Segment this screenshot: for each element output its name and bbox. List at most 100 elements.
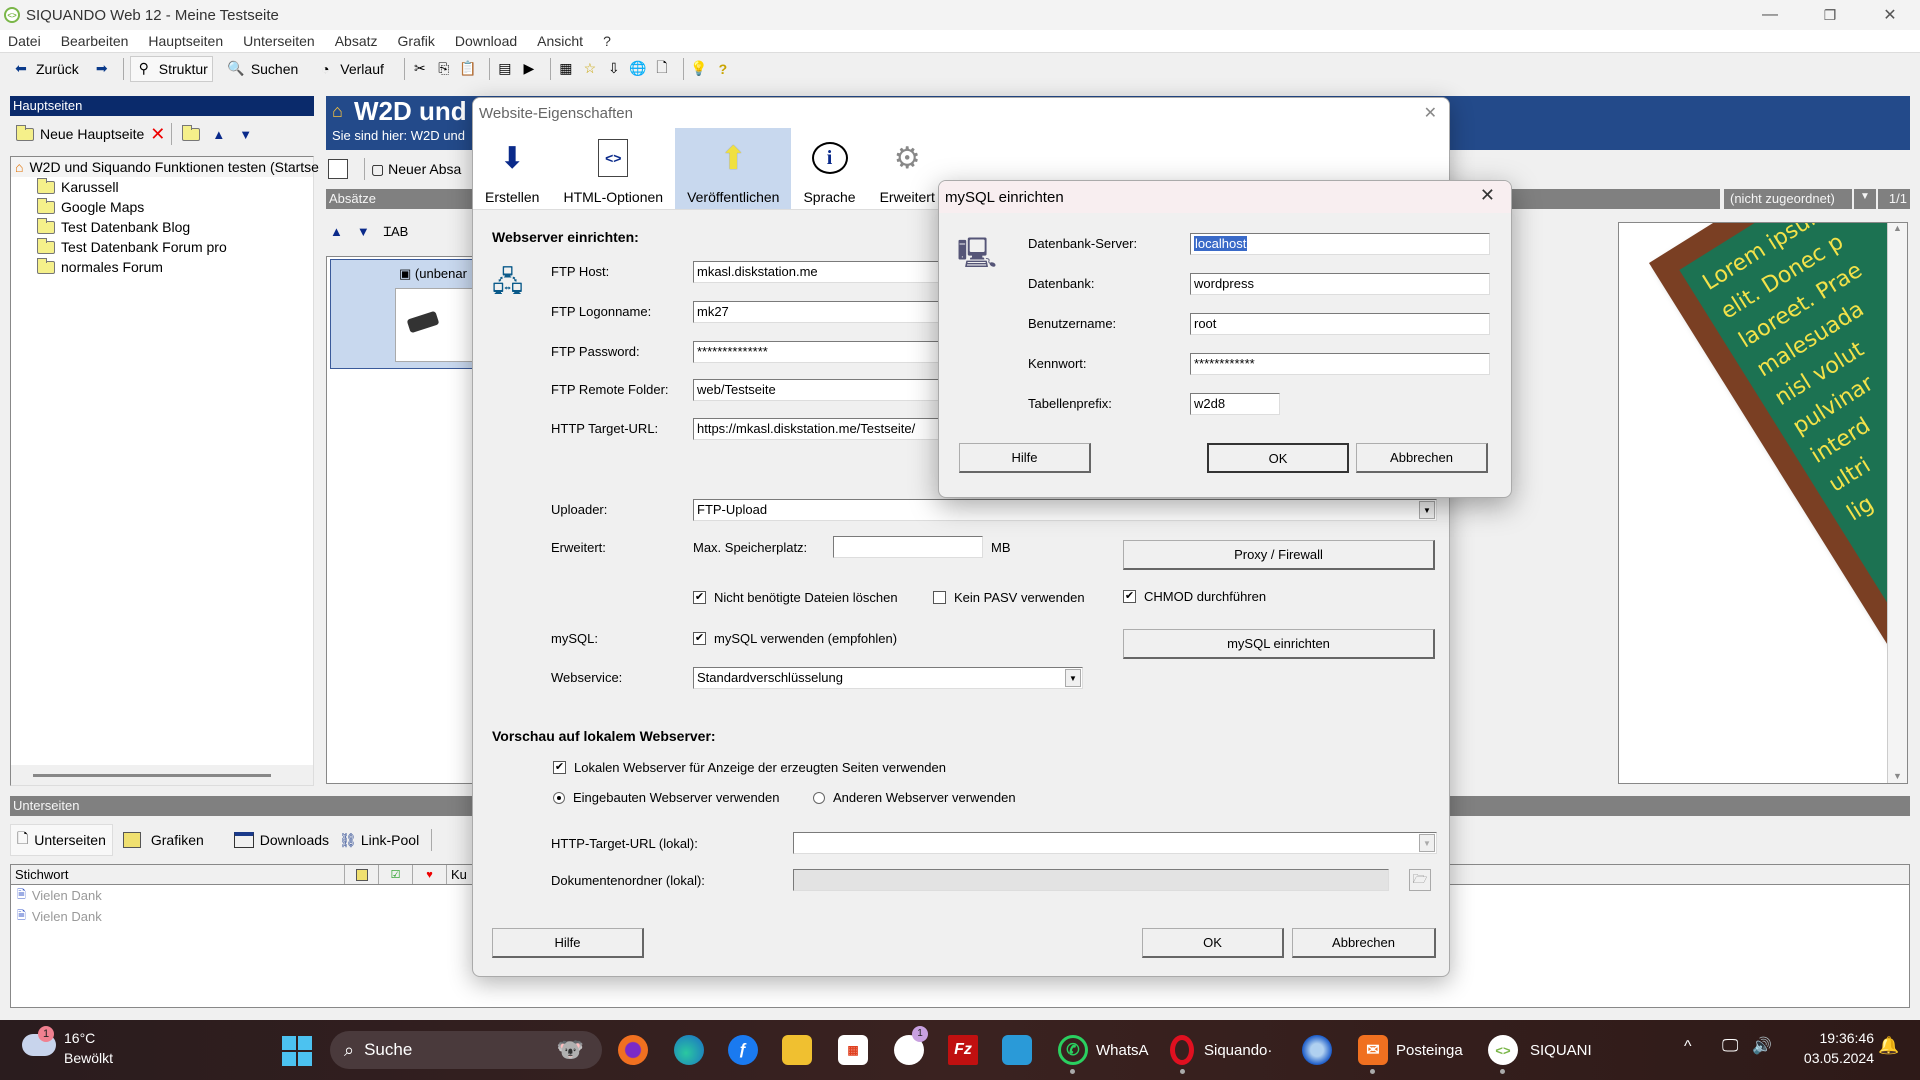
tab-downloads[interactable]: Downloads bbox=[233, 832, 329, 848]
volume-icon[interactable]: 🔊 bbox=[1752, 1036, 1772, 1056]
project-icon[interactable]: ▦ bbox=[557, 60, 575, 78]
move-up-icon[interactable]: ▲ bbox=[212, 127, 225, 142]
open-folder-icon[interactable]: 🗁 bbox=[1409, 869, 1431, 891]
close-icon[interactable]: ✕ bbox=[1480, 185, 1495, 206]
column-favorite[interactable]: ♥ bbox=[413, 865, 447, 884]
notes-taskbar-icon[interactable]: 1 bbox=[894, 1026, 928, 1066]
paste-icon[interactable]: 📋 bbox=[459, 60, 477, 78]
tree-item[interactable]: Test Datenbank Blog bbox=[11, 217, 313, 237]
menu-unterseiten[interactable]: Unterseiten bbox=[243, 33, 315, 49]
weather-temp[interactable]: 16°C bbox=[64, 1030, 95, 1046]
doc-folder-input[interactable] bbox=[793, 869, 1389, 891]
menu-hauptseiten[interactable]: Hauptseiten bbox=[148, 33, 223, 49]
delete-unused-checkbox[interactable]: ✔ Nicht benötigte Dateien löschen bbox=[693, 590, 898, 605]
mail-taskbar-button[interactable]: ✉ Posteinga bbox=[1358, 1034, 1463, 1074]
paragraph-item[interactable]: ▣ (unbenar E bbox=[330, 259, 485, 369]
move-down-icon[interactable]: ▼ bbox=[239, 127, 252, 142]
tab-erstellen[interactable]: ⬇ Erstellen bbox=[473, 128, 551, 209]
ok-button[interactable]: OK bbox=[1142, 928, 1284, 958]
menu-bearbeiten[interactable]: Bearbeiten bbox=[61, 33, 129, 49]
table-prefix-input[interactable]: w2d8 bbox=[1190, 393, 1280, 415]
tab-link-pool[interactable]: ⛓ Link-Pool bbox=[339, 832, 419, 849]
menu-absatz[interactable]: Absatz bbox=[335, 33, 378, 49]
horizontal-scrollbar[interactable] bbox=[11, 765, 313, 785]
search-button[interactable]: 🔍 Suchen bbox=[223, 56, 302, 82]
history-button[interactable]: ◔ Verlauf bbox=[312, 56, 388, 82]
cancel-button[interactable]: Abbrechen bbox=[1292, 928, 1436, 958]
db-server-input[interactable]: localhost bbox=[1190, 233, 1490, 255]
tree-root[interactable]: ⌂ W2D und Siquando Funktionen testen (St… bbox=[11, 157, 319, 177]
copy-icon[interactable]: ⎘ bbox=[435, 60, 453, 78]
max-storage-input[interactable] bbox=[833, 536, 983, 558]
category-dropdown-icon[interactable]: ▼ bbox=[1854, 189, 1876, 209]
opera-taskbar-button[interactable]: Siquando· bbox=[1170, 1034, 1272, 1074]
firefox-taskbar-icon[interactable] bbox=[618, 1034, 648, 1066]
menu-help[interactable]: ? bbox=[603, 33, 611, 49]
username-input[interactable]: root bbox=[1190, 313, 1490, 335]
lightbulb-icon[interactable]: 💡 bbox=[690, 60, 708, 78]
menu-grafik[interactable]: Grafik bbox=[398, 33, 435, 49]
move-up-icon[interactable]: ▲ bbox=[330, 224, 343, 239]
tab-html-optionen[interactable]: <> HTML-Optionen bbox=[551, 128, 675, 209]
menu-download[interactable]: Download bbox=[455, 33, 517, 49]
globe-icon[interactable]: 🌐 bbox=[629, 60, 647, 78]
tab-veroeffentlichen[interactable]: ⬆ Veröffentlichen bbox=[675, 128, 792, 209]
network-icon[interactable]: 🖵 bbox=[1722, 1036, 1738, 1056]
restore-button[interactable]: ❐ bbox=[1800, 0, 1860, 30]
start-button[interactable] bbox=[282, 1036, 312, 1066]
column-active[interactable]: ☑ bbox=[379, 865, 413, 884]
chmod-checkbox[interactable]: ✔ CHMOD durchführen bbox=[1123, 589, 1266, 604]
tab-sprache[interactable]: i Sprache bbox=[791, 128, 867, 209]
remote-desktop-taskbar-icon[interactable] bbox=[1002, 1034, 1032, 1066]
uploader-select[interactable]: FTP-Upload ▼ bbox=[693, 499, 1437, 521]
chevron-up-icon[interactable]: ^ bbox=[1684, 1038, 1692, 1056]
move-folder-icon[interactable] bbox=[182, 124, 201, 141]
database-input[interactable]: wordpress bbox=[1190, 273, 1490, 295]
structure-button[interactable]: ⚲ Struktur bbox=[129, 55, 213, 82]
vertical-scrollbar[interactable]: ▲ ▼ bbox=[1887, 223, 1907, 783]
help-button[interactable]: Hilfe bbox=[492, 928, 644, 958]
close-window-button[interactable]: ✕ bbox=[1860, 0, 1920, 30]
column-image[interactable] bbox=[345, 865, 379, 884]
mysql-use-checkbox[interactable]: ✔ mySQL verwenden (empfohlen) bbox=[693, 631, 897, 646]
menu-datei[interactable]: Datei bbox=[8, 33, 41, 49]
ok-button[interactable]: OK bbox=[1207, 443, 1349, 473]
move-down-icon[interactable]: ▼ bbox=[357, 224, 370, 239]
publish-icon[interactable]: ⇩ bbox=[605, 60, 623, 78]
edge-taskbar-icon[interactable] bbox=[674, 1034, 704, 1066]
tree-item[interactable]: Test Datenbank Forum pro bbox=[11, 237, 313, 257]
tree-item[interactable]: Google Maps bbox=[11, 197, 313, 217]
star-icon[interactable]: ☆ bbox=[581, 60, 599, 78]
tree-item[interactable]: normales Forum bbox=[11, 257, 313, 277]
password-input[interactable]: ************ bbox=[1190, 353, 1490, 375]
tab-unterseiten[interactable]: 🗋 Unterseiten bbox=[10, 824, 113, 856]
tab-grafiken[interactable]: Grafiken bbox=[122, 832, 204, 848]
builtin-server-radio[interactable]: Eingebauten Webserver verwenden bbox=[553, 790, 779, 805]
whatsapp-taskbar-button[interactable]: ✆ WhatsA bbox=[1058, 1034, 1149, 1074]
proxy-firewall-button[interactable]: Proxy / Firewall bbox=[1123, 540, 1435, 570]
back-button[interactable]: ⬅ Zurück bbox=[8, 56, 83, 82]
filezilla-taskbar-icon[interactable]: Fz bbox=[948, 1034, 978, 1066]
clock-time[interactable]: 19:36:46 bbox=[1794, 1030, 1875, 1046]
mysql-setup-button[interactable]: mySQL einrichten bbox=[1123, 629, 1435, 659]
other-server-radio[interactable]: Anderen Webserver verwenden bbox=[813, 790, 1016, 805]
minimize-button[interactable]: — bbox=[1740, 0, 1800, 30]
text-ab-icon[interactable]: ꞮAB bbox=[384, 222, 409, 240]
file-explorer-taskbar-icon[interactable] bbox=[782, 1034, 812, 1066]
preview-icon[interactable]: ▶ bbox=[520, 60, 538, 78]
cancel-button[interactable]: Abbrechen bbox=[1356, 443, 1488, 473]
thunderbird-taskbar-icon[interactable] bbox=[1302, 1034, 1332, 1066]
webservice-select[interactable]: Standardverschlüsselung ▼ bbox=[693, 667, 1083, 689]
column-stichwort[interactable]: Stichwort bbox=[11, 865, 345, 884]
no-pasv-checkbox[interactable]: Kein PASV verwenden bbox=[933, 590, 1085, 605]
forward-arrow-icon[interactable]: ➡ bbox=[93, 60, 111, 78]
column-ku[interactable]: Ku bbox=[447, 865, 471, 884]
notification-bell-icon[interactable]: 🔔 bbox=[1878, 1036, 1899, 1056]
use-local-server-checkbox[interactable]: ✔ Lokalen Webserver für Anzeige der erze… bbox=[553, 760, 946, 775]
category-select[interactable]: (nicht zugeordnet) bbox=[1724, 189, 1852, 209]
store-taskbar-icon[interactable]: ▦ bbox=[838, 1034, 868, 1066]
tab-erweitert[interactable]: ⚙ Erweitert bbox=[868, 128, 947, 209]
help-icon[interactable]: ? bbox=[714, 60, 732, 78]
close-icon[interactable]: ✕ bbox=[1424, 103, 1437, 123]
weather-desc[interactable]: Bewölkt bbox=[64, 1050, 113, 1066]
